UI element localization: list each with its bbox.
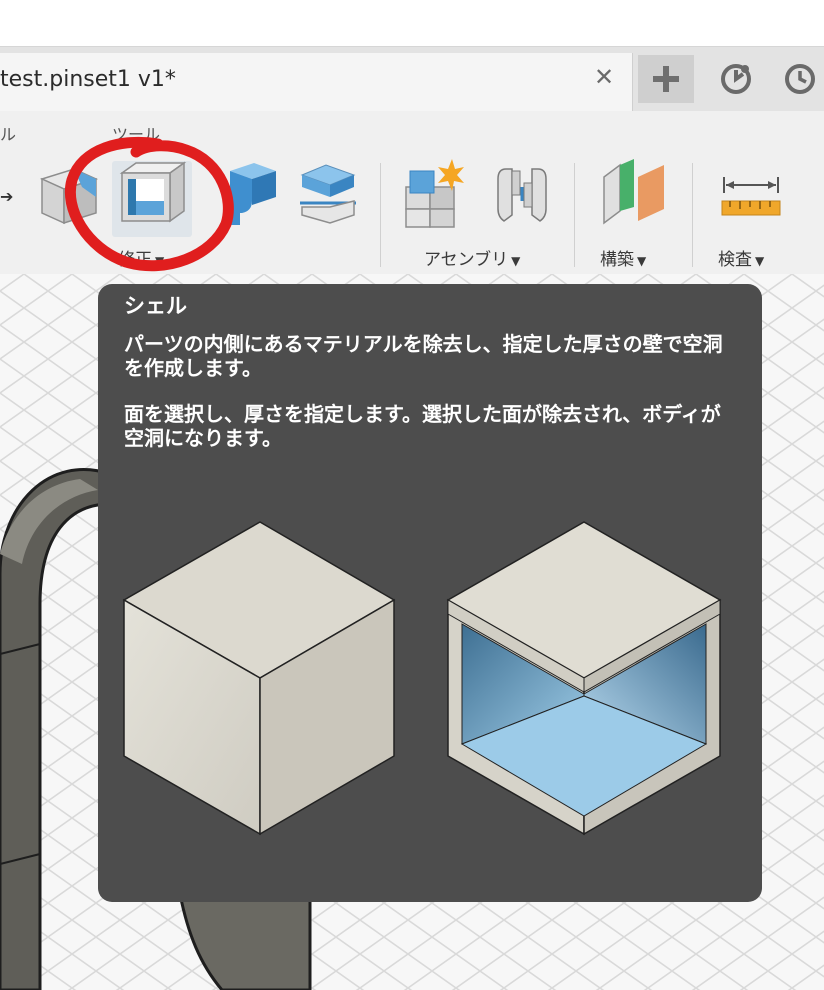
joint-tool[interactable] <box>490 157 554 233</box>
assemble-group-label: アセンブリ <box>424 250 509 270</box>
shell-illustration <box>122 521 722 836</box>
annotation-red-circle <box>65 136 234 272</box>
job-status-icon <box>721 64 751 94</box>
joint-icon <box>497 168 547 222</box>
new-component-tool[interactable] <box>400 157 470 233</box>
offset-plane-tool[interactable] <box>598 157 670 233</box>
measure-tool[interactable] <box>718 157 784 233</box>
inspect-group-dropdown[interactable]: 検査 ▼ <box>718 245 764 270</box>
tooltip-description: パーツの内側にあるマテリアルを除去し、指定した厚さの壁で空洞を作成します。 <box>124 332 723 380</box>
tooltip-title: シェル <box>124 294 187 318</box>
tooltip-instruction: 面を選択し、厚さを指定します。選択した面が除去され、ボディが空洞になります。 <box>124 402 721 450</box>
chevron-down-icon: ▼ <box>755 254 765 268</box>
new-component-icon <box>405 159 464 228</box>
plus-icon <box>653 66 679 92</box>
chevron-down-icon: ▼ <box>511 254 521 268</box>
chamfer-icon <box>300 164 356 224</box>
tab-bar: test.pinset1 v1* ✕ <box>0 47 824 111</box>
new-tab-button[interactable] <box>638 55 694 103</box>
toolbar-separator <box>692 163 693 267</box>
workspace-tab-partial[interactable]: ル <box>0 121 16 145</box>
chamfer-tool[interactable] <box>294 157 360 233</box>
assemble-group-dropdown[interactable]: アセンブリ ▼ <box>424 245 520 270</box>
job-status-button[interactable] <box>708 55 764 103</box>
document-tab-title: test.pinset1 v1* <box>0 67 176 92</box>
measure-icon <box>721 177 781 216</box>
construct-group-label: 構築 <box>600 250 634 270</box>
chevron-right-icon: ➔ <box>0 187 14 206</box>
document-tab[interactable]: test.pinset1 v1* ✕ <box>0 53 633 111</box>
shell-tooltip: シェル パーツの内側にあるマテリアルを除去し、指定した厚さの壁で空洞を作成します… <box>98 284 762 902</box>
toolbar-separator <box>574 163 575 267</box>
toolbar-separator <box>380 163 381 267</box>
close-icon[interactable]: ✕ <box>594 63 614 91</box>
offset-plane-icon <box>603 159 664 225</box>
history-button[interactable] <box>772 55 824 103</box>
solid-cube-illustration <box>122 521 396 836</box>
window-top-area <box>0 0 824 46</box>
construct-group-dropdown[interactable]: 構築 ▼ <box>600 245 646 270</box>
chevron-down-icon: ▼ <box>637 254 647 268</box>
clock-icon <box>785 64 815 94</box>
hollow-shell-cube-illustration <box>446 521 722 836</box>
inspect-group-label: 検査 <box>718 250 752 270</box>
